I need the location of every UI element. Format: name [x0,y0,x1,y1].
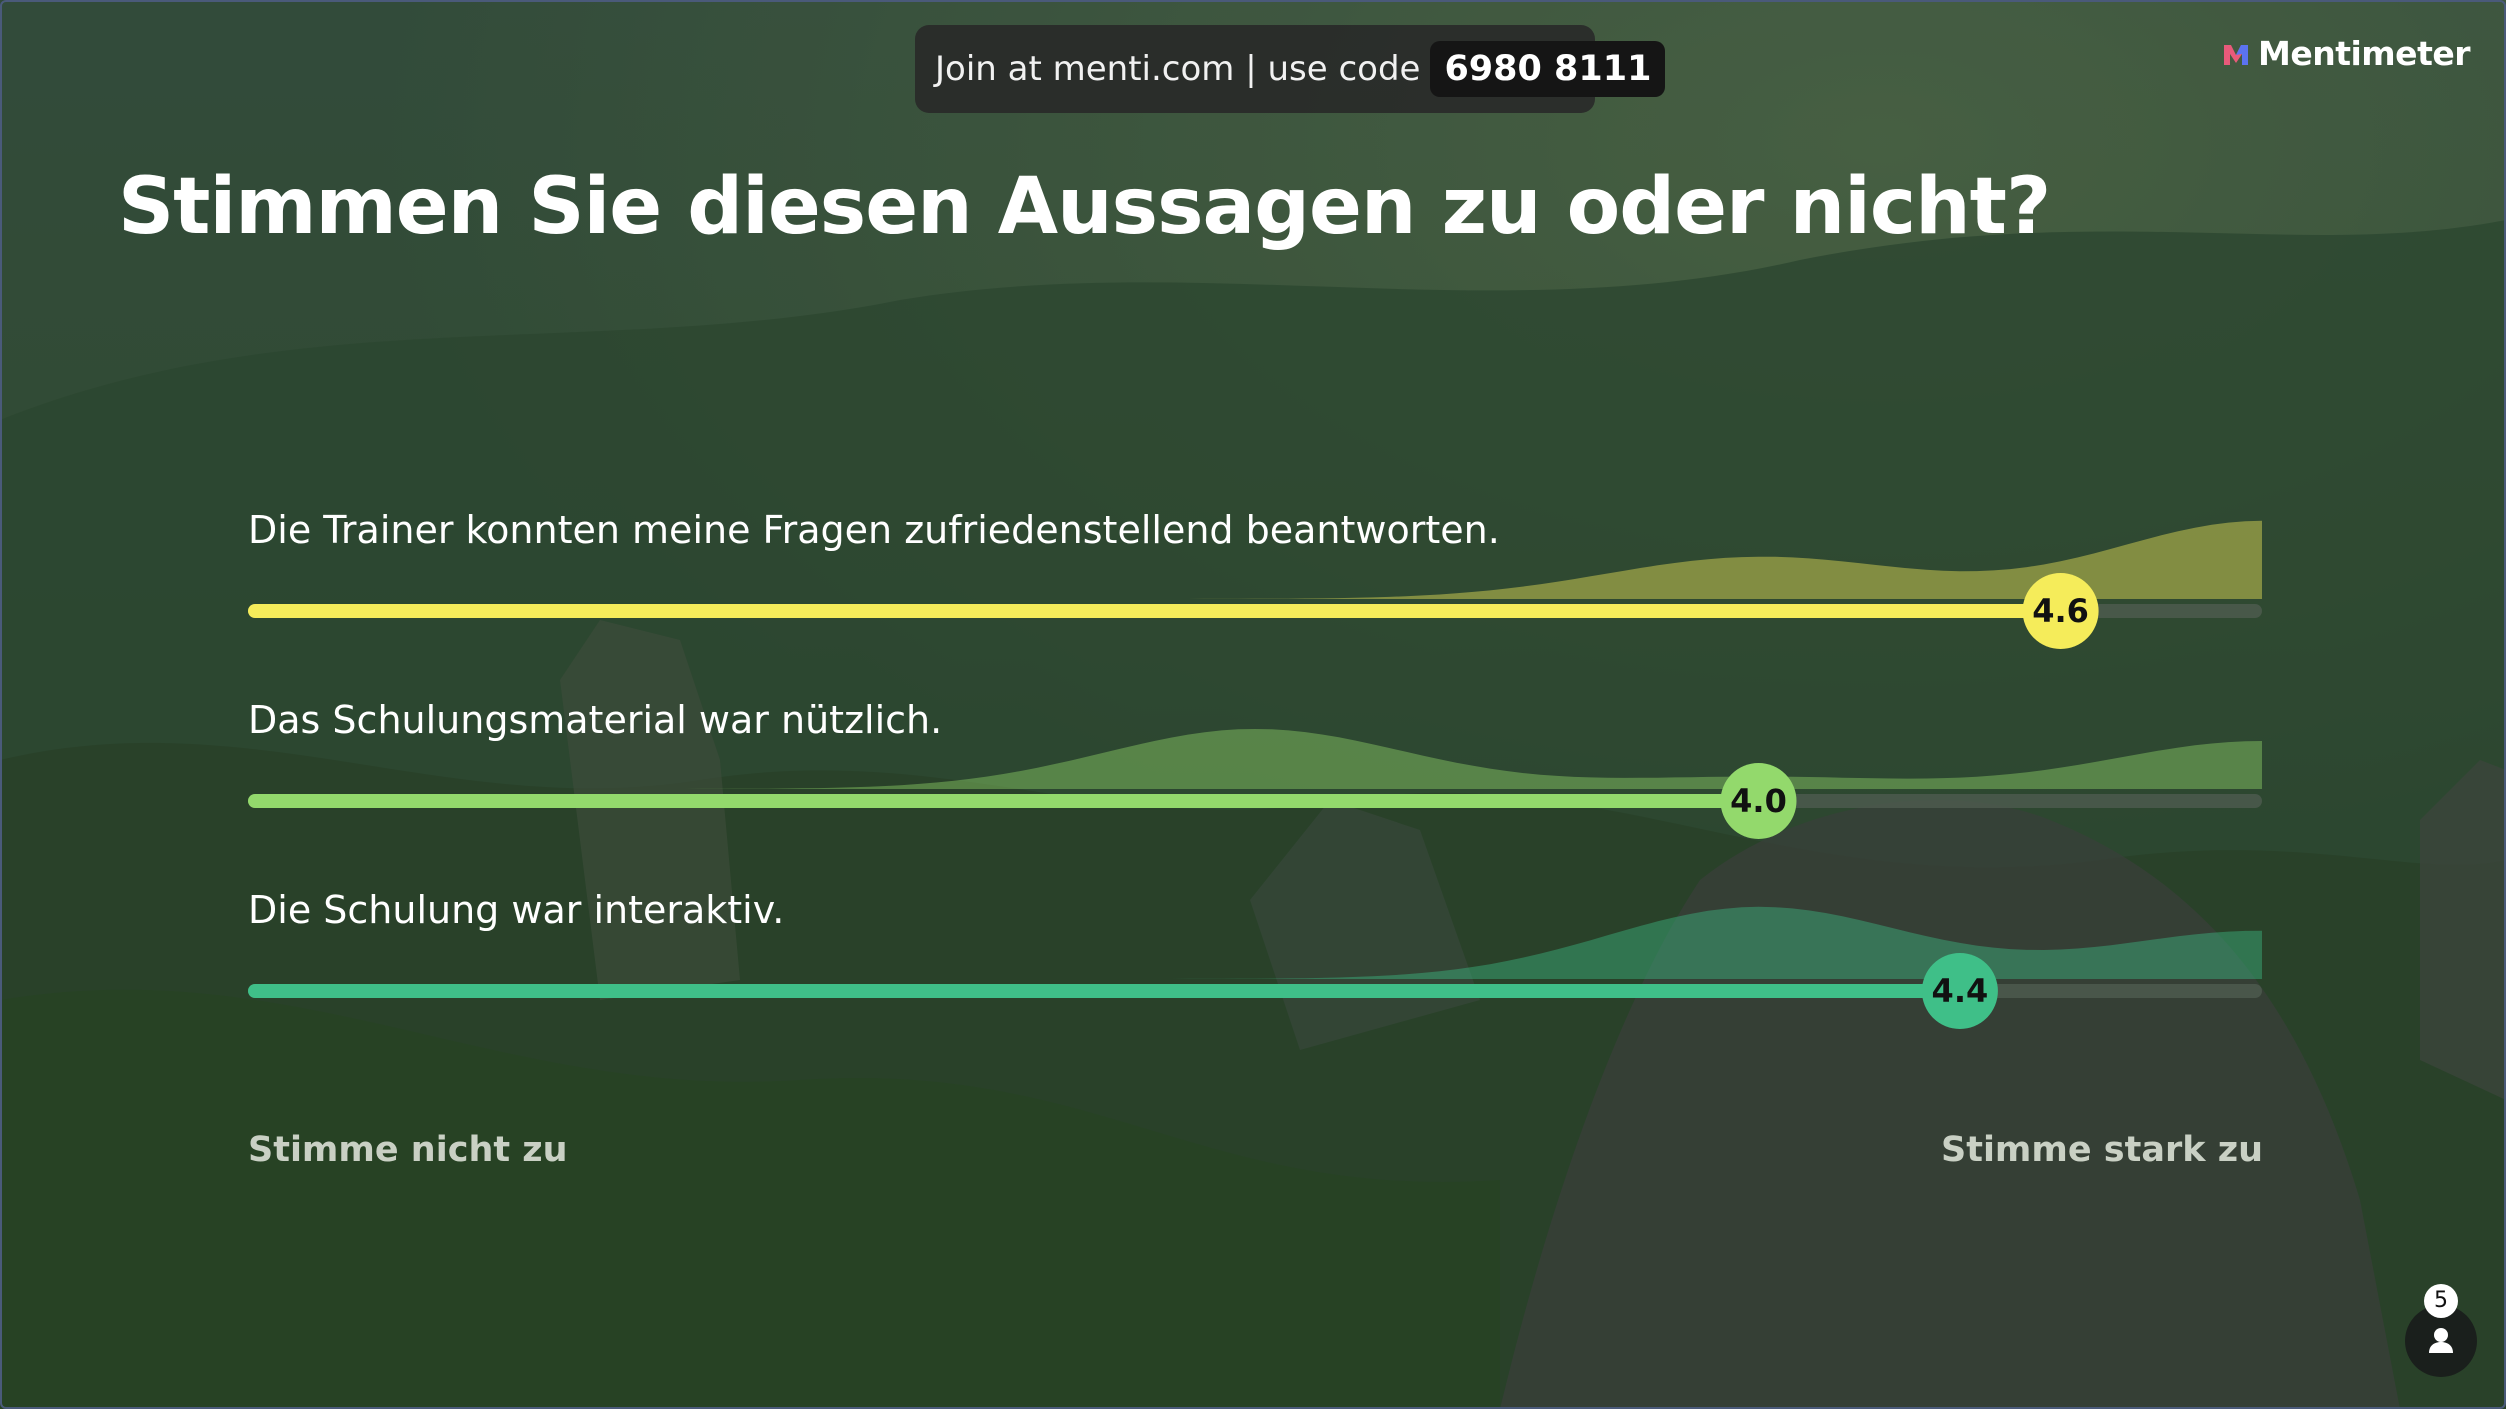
scale-min-label: Stimme nicht zu [248,1130,568,1170]
statement-label-2: Das Schulungsmaterial war nützlich. [248,698,943,742]
average-bar-2 [248,794,1759,808]
participant-count-badge: 5 [2424,1284,2458,1318]
scale-max-label: Stimme stark zu [1941,1130,2263,1170]
average-bar-1 [248,604,2061,618]
average-value-2: 4.0 [1730,782,1787,820]
average-value-3: 4.4 [1932,972,1989,1010]
statement-label-3: Die Schulung war interaktiv. [248,888,785,932]
presentation-slide: Join at menti.com | use code 6980 8111 M… [0,0,2506,1409]
statement-label-1: Die Trainer konnten meine Fragen zufried… [248,508,1500,552]
average-value-1: 4.6 [2032,592,2089,630]
average-bar-3 [248,984,1960,998]
